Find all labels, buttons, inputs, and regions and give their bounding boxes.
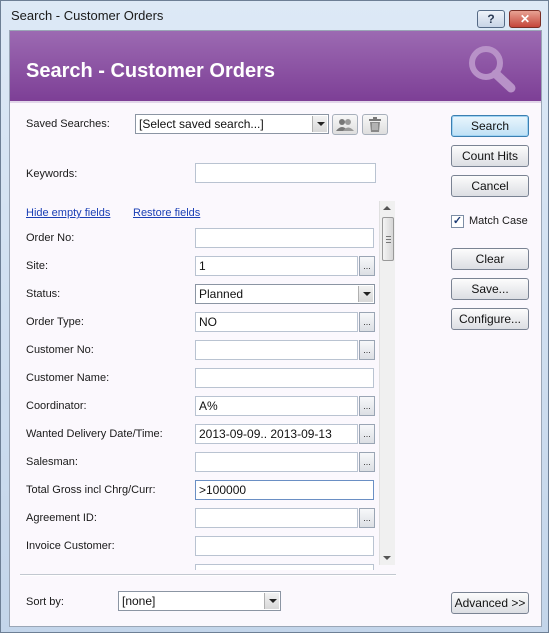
wanted-delivery-label: Wanted Delivery Date/Time: — [26, 428, 163, 440]
wanted-delivery-lov-button[interactable]: ... — [359, 424, 375, 444]
header-banner: Search - Customer Orders — [10, 31, 541, 101]
window-title: Search - Customer Orders — [11, 8, 164, 23]
saved-searches-select[interactable]: [Select saved search...] — [135, 114, 329, 134]
status-label: Status: — [26, 288, 61, 300]
agreement-id-lov-button[interactable]: ... — [359, 508, 375, 528]
configure-button[interactable]: Configure... — [451, 308, 529, 330]
sort-by-label: Sort by: — [26, 596, 64, 608]
status-value: Planned — [199, 287, 244, 301]
customer-no-input[interactable] — [195, 340, 358, 360]
customer-name-input[interactable] — [195, 368, 374, 388]
users-icon — [336, 118, 354, 131]
salesman-lov-button[interactable]: ... — [359, 452, 375, 472]
saved-searches-value: [Select saved search...] — [139, 117, 264, 131]
clipped-field-input — [195, 564, 374, 570]
delete-search-button[interactable] — [362, 114, 388, 135]
agreement-id-input[interactable] — [195, 508, 358, 528]
keywords-input[interactable] — [195, 163, 376, 183]
search-button[interactable]: Search — [451, 115, 529, 137]
sort-by-value: [none] — [122, 594, 156, 608]
order-no-input[interactable] — [195, 228, 374, 248]
fields-scrollbar[interactable] — [379, 201, 395, 565]
advanced-button[interactable]: Advanced >> — [451, 592, 529, 614]
customer-no-label: Customer No: — [26, 344, 94, 356]
sort-by-select[interactable]: [none] — [118, 591, 281, 611]
salesman-input[interactable] — [195, 452, 358, 472]
title-bar[interactable]: Search - Customer Orders ? ✕ — [1, 1, 548, 30]
grip-line — [386, 242, 391, 243]
coordinator-lov-button[interactable]: ... — [359, 396, 375, 416]
site-lov-button[interactable]: ... — [359, 256, 375, 276]
coordinator-input[interactable]: A% — [195, 396, 358, 416]
saved-searches-label: Saved Searches: — [26, 118, 110, 130]
banner-title: Search - Customer Orders — [26, 60, 275, 82]
order-type-lov-button[interactable]: ... — [359, 312, 375, 332]
clear-button[interactable]: Clear — [451, 248, 529, 270]
wanted-delivery-input[interactable]: 2013-09-09.. 2013-09-13 — [195, 424, 358, 444]
total-gross-label: Total Gross incl Chrg/Curr: — [26, 484, 156, 496]
cancel-button[interactable]: Cancel — [451, 175, 529, 197]
order-no-label: Order No: — [26, 232, 75, 244]
site-label: Site: — [26, 260, 49, 272]
total-gross-input[interactable]: >100000 — [195, 480, 374, 500]
count-hits-button[interactable]: Count Hits — [451, 145, 529, 167]
fields-divider-highlight — [20, 575, 396, 576]
banner-separator — [10, 101, 541, 103]
close-button[interactable]: ✕ — [509, 10, 541, 28]
order-type-label: Order Type: — [26, 316, 84, 328]
coordinator-label: Coordinator: — [26, 400, 87, 412]
customer-name-label: Customer Name: — [26, 372, 110, 384]
save-button[interactable]: Save... — [451, 278, 529, 300]
order-type-input[interactable]: NO — [195, 312, 358, 332]
status-select[interactable]: Planned — [195, 284, 375, 304]
salesman-label: Salesman: — [26, 456, 78, 468]
site-input[interactable]: 1 — [195, 256, 358, 276]
chevron-down-icon[interactable] — [312, 116, 327, 132]
keywords-label: Keywords: — [26, 168, 78, 180]
magnifier-icon — [469, 46, 516, 93]
scroll-up-icon[interactable] — [383, 206, 391, 210]
trash-icon — [369, 117, 381, 132]
grip-line — [386, 236, 391, 237]
chevron-down-icon[interactable] — [264, 593, 279, 609]
invoice-customer-label: Invoice Customer: — [26, 540, 115, 552]
agreement-id-label: Agreement ID: — [26, 512, 97, 524]
invoice-customer-input[interactable] — [195, 536, 374, 556]
chevron-down-icon[interactable] — [358, 286, 373, 302]
shared-searches-button[interactable] — [332, 114, 358, 135]
restore-fields-link[interactable]: Restore fields — [133, 207, 200, 219]
match-case-label: Match Case — [469, 215, 528, 227]
hide-empty-fields-link[interactable]: Hide empty fields — [26, 207, 110, 219]
search-dialog: Search - Customer Orders ? ✕ Search - Cu… — [0, 0, 549, 633]
match-case-checkbox[interactable]: ✓ — [451, 215, 464, 228]
scroll-thumb[interactable] — [382, 217, 394, 261]
help-button[interactable]: ? — [477, 10, 505, 28]
grip-line — [386, 239, 391, 240]
scroll-down-icon[interactable] — [383, 556, 391, 560]
dialog-body: Search - Customer Orders Saved Searches:… — [9, 30, 542, 627]
customer-no-lov-button[interactable]: ... — [359, 340, 375, 360]
